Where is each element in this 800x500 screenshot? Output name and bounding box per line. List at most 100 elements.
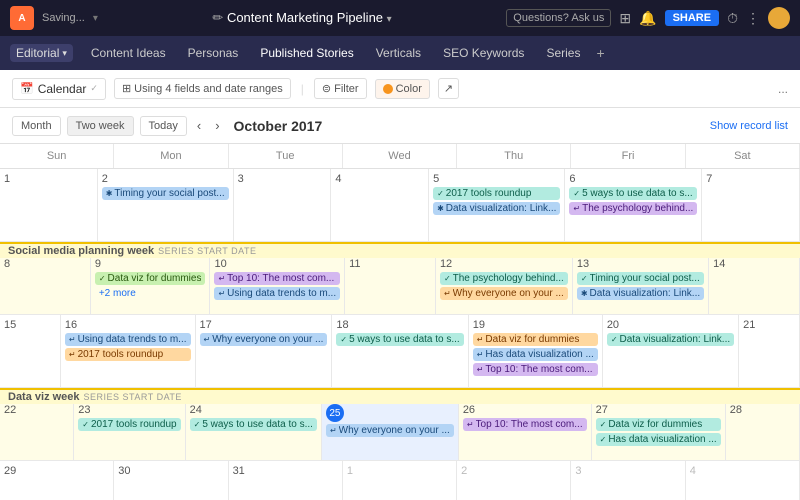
day-number: 7	[706, 173, 795, 185]
day-number: 16	[65, 319, 191, 331]
editorial-label: Editorial	[16, 46, 59, 60]
show-record-list-button[interactable]: Show record list	[710, 120, 788, 132]
next-nav-button[interactable]: ›	[211, 116, 223, 135]
day-number: 3	[238, 173, 327, 185]
bell-icon[interactable]: 🔔	[639, 10, 656, 27]
day-number: 20	[607, 319, 734, 331]
filter-icon: ⊜	[322, 82, 331, 95]
calendar-cell-0-1: 2✱Timing your social post...	[98, 169, 234, 241]
event-label: Data visualization: Link...	[446, 203, 557, 214]
event-icon: ✱	[581, 289, 588, 298]
calendar-view-button[interactable]: 📅 Calendar ✓	[12, 78, 106, 100]
event-label: Top 10: The most com...	[485, 364, 592, 375]
calendar-event[interactable]: ✓Timing your social post...	[577, 272, 704, 285]
calendar-event[interactable]: ↵Has data visualization ...	[473, 348, 598, 361]
calendar-event[interactable]: ✱Data visualization: Link...	[433, 202, 560, 215]
calendar-event[interactable]: ↵The psychology behind...	[569, 202, 697, 215]
fields-button[interactable]: ⊞ Using 4 fields and date ranges	[114, 78, 291, 99]
tab-published-stories[interactable]: Published Stories	[250, 42, 363, 64]
calendar-event[interactable]: ✓2017 tools roundup	[433, 187, 560, 200]
calendar-event[interactable]: ↵2017 tools roundup	[65, 348, 191, 361]
calendar-header: SunMonTueWedThuFriSat	[0, 144, 800, 169]
calendar-event[interactable]: ✓5 ways to use data to s...	[569, 187, 697, 200]
calendar-cell-2-1: 16 ↵Using data trends to m... ↵2017 tools …	[61, 315, 196, 387]
day-number: 8	[4, 258, 86, 270]
share-button[interactable]: SHARE	[665, 10, 720, 26]
calendar-cell-4-4: 2	[457, 461, 571, 500]
calendar-event[interactable]: ✓5 ways to use data to s...	[190, 418, 317, 431]
event-label: Why everyone on your ...	[453, 288, 564, 299]
separator: |	[301, 82, 304, 96]
filter-button[interactable]: ⊜ Filter	[314, 78, 367, 99]
calendar-event[interactable]: ↵Why everyone on your ...	[200, 333, 328, 346]
more-options-button[interactable]: ...	[778, 82, 788, 96]
tab-personas[interactable]: Personas	[178, 42, 249, 64]
calendar-event[interactable]: ✓Has data visualization ...	[596, 433, 721, 446]
two-week-view-button[interactable]: Two week	[67, 116, 134, 136]
event-icon: ✓	[82, 420, 89, 429]
calendar-event[interactable]: ✓Data viz for dummies	[95, 272, 206, 285]
month-view-button[interactable]: Month	[12, 116, 61, 136]
calendar-event[interactable]: ✓Data viz for dummies	[596, 418, 721, 431]
editorial-tab-group[interactable]: Editorial ▾	[10, 44, 73, 62]
calendar-event[interactable]: ✓The psychology behind...	[440, 272, 568, 285]
tab-series[interactable]: Series	[536, 42, 590, 64]
calendar-event[interactable]: ↵Data viz for dummies	[473, 333, 598, 346]
event-label: Data visualization: Link...	[620, 334, 731, 345]
calendar-event[interactable]: ↵Top 10: The most com...	[473, 363, 598, 376]
calendar-event[interactable]: ↵Top 10: The most com...	[463, 418, 587, 431]
day-label-thu: Thu	[457, 144, 571, 168]
calendar-event[interactable]: ↵Using data trends to m...	[65, 333, 191, 346]
calendar-cell-0-0: 1	[0, 169, 98, 241]
calendar-event[interactable]: ↵Using data trends to m...	[214, 287, 340, 300]
event-label: Has data visualization ...	[608, 434, 716, 445]
day-number: 4	[690, 465, 795, 477]
day-number: 15	[4, 319, 56, 331]
calendar-event[interactable]: ✱Data visualization: Link...	[577, 287, 704, 300]
tab-content-ideas[interactable]: Content Ideas	[81, 42, 176, 64]
fields-label: Using 4 fields and date ranges	[134, 83, 283, 95]
clock-icon[interactable]: ⏱	[727, 10, 738, 27]
calendar-event[interactable]: ↵Top 10: The most com...	[214, 272, 340, 285]
day-number: 22	[4, 404, 69, 416]
tab-seo-keywords[interactable]: SEO Keywords	[433, 42, 534, 64]
today-button[interactable]: Today	[140, 116, 187, 136]
calendar-event[interactable]: ✓2017 tools roundup	[78, 418, 180, 431]
calendar-event[interactable]: ↵Why everyone on your ...	[326, 424, 454, 437]
tab-nav: Editorial ▾ Content Ideas Personas Publi…	[0, 36, 800, 70]
calendar-cell-0-3: 4	[331, 169, 429, 241]
avatar[interactable]	[768, 7, 790, 29]
chevron-down-icon: ▾	[93, 13, 98, 24]
calendar-cell-4-6: 4	[686, 461, 800, 500]
series-banner: Social media planning week SERIES START …	[0, 242, 800, 258]
day-number: 10	[214, 258, 340, 270]
calendar-check-icon: ✓	[90, 83, 98, 94]
calendar-cell-2-6: 21	[739, 315, 800, 387]
event-icon: ✱	[437, 204, 444, 213]
day-number: 26	[463, 404, 587, 416]
calendar-event[interactable]: ✓Data visualization: Link...	[607, 333, 734, 346]
grid2-icon[interactable]: ⋮	[746, 10, 760, 27]
grid-icon[interactable]: ⊞	[619, 10, 631, 27]
calendar-event[interactable]: ✓5 ways to use data to s...	[336, 333, 463, 346]
event-label: Top 10: The most com...	[227, 273, 334, 284]
day-label-tue: Tue	[229, 144, 343, 168]
external-link-icon[interactable]: ↗	[438, 78, 459, 99]
event-icon: ↵	[444, 289, 451, 298]
day-number: 31	[233, 465, 338, 477]
calendar-event[interactable]: ✱Timing your social post...	[102, 187, 229, 200]
more-events-link[interactable]: +2 more	[95, 287, 206, 300]
calendar-week-1: Social media planning week SERIES START …	[0, 242, 800, 315]
event-icon: ↵	[69, 350, 76, 359]
event-icon: ✓	[437, 189, 444, 198]
color-button[interactable]: Color	[375, 79, 430, 99]
add-tab-button[interactable]: +	[596, 45, 604, 61]
event-label: Using data trends to m...	[227, 288, 336, 299]
prev-nav-button[interactable]: ‹	[193, 116, 205, 135]
top-nav: A Saving... ▾ ✏ Content Marketing Pipeli…	[0, 0, 800, 36]
month-label: October 2017	[234, 118, 323, 134]
event-icon: ✓	[99, 274, 106, 283]
tab-verticals[interactable]: Verticals	[366, 42, 431, 64]
questions-button[interactable]: Questions? Ask us	[506, 9, 611, 27]
calendar-event[interactable]: ↵Why everyone on your ...	[440, 287, 568, 300]
